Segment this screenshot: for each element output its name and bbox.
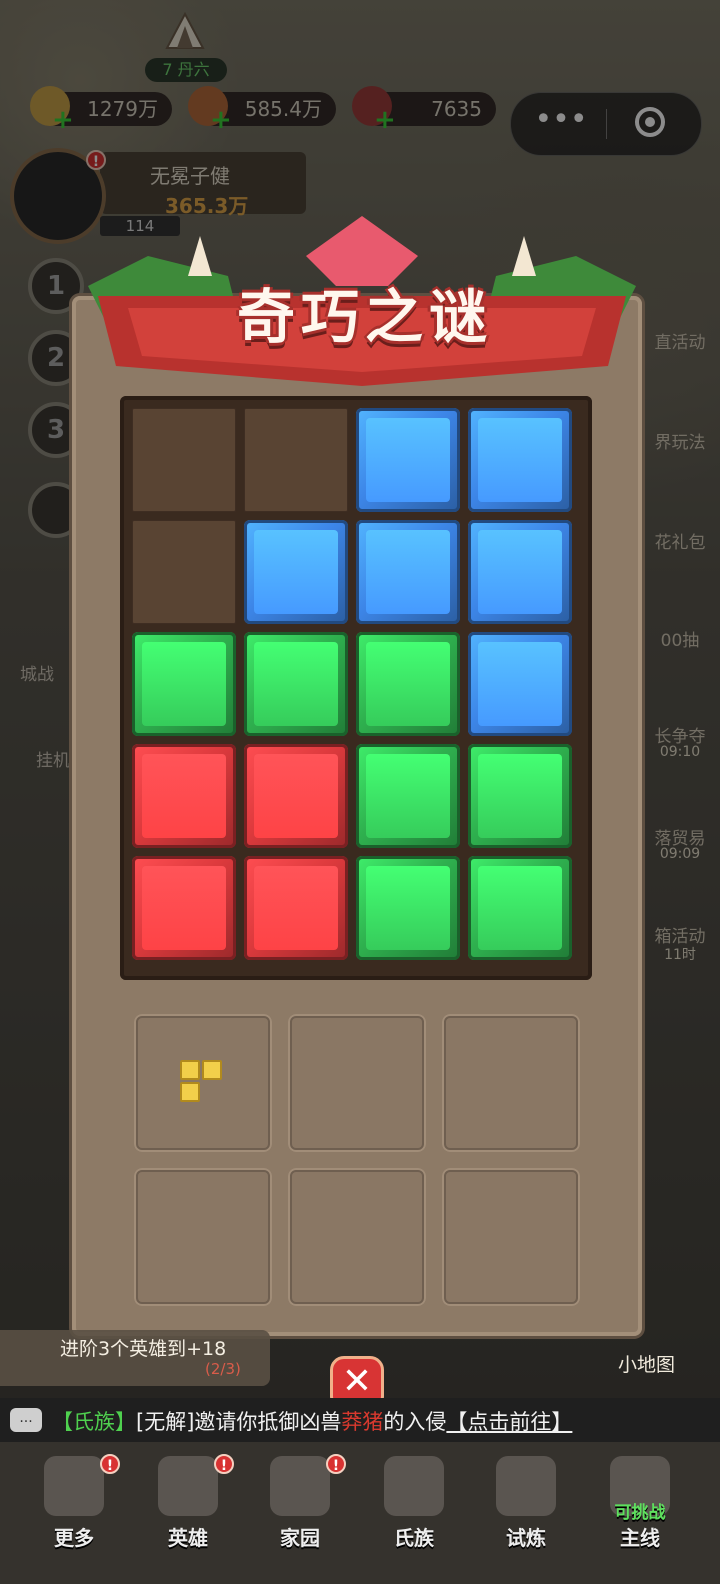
green-gem-cell <box>356 856 460 960</box>
empty-cell <box>132 520 236 624</box>
gem-face <box>478 530 562 614</box>
gem-face <box>254 866 338 950</box>
green-gem-cell <box>244 632 348 736</box>
chat-msg-1: 邀请你抵御凶兽 <box>194 1410 342 1434</box>
piece-slot-6[interactable] <box>442 1168 580 1306</box>
hero-icon <box>158 1456 218 1516</box>
chat-clan-tag: 【氏族】 <box>52 1410 136 1434</box>
chat-bubble-icon[interactable]: ... <box>10 1408 42 1432</box>
gem-face <box>366 418 450 502</box>
empty-cell <box>244 408 348 512</box>
minimap-label[interactable]: 小地图 <box>618 1350 675 1377</box>
red-gem-cell <box>132 856 236 960</box>
gem-face <box>142 642 226 726</box>
quest-text: 进阶3个英雄到+18 <box>60 1338 227 1360</box>
chat-link[interactable]: 【点击前往】 <box>446 1410 572 1434</box>
gem-face <box>254 642 338 726</box>
gem-face <box>366 530 450 614</box>
piece-slot-2[interactable] <box>288 1014 426 1152</box>
piece-slot-3[interactable] <box>442 1014 580 1152</box>
green-gem-cell <box>468 744 572 848</box>
nav-main[interactable]: 可挑战 主线 <box>590 1450 690 1570</box>
piece-slot-5[interactable] <box>288 1168 426 1306</box>
blue-gem-cell <box>356 408 460 512</box>
piece-slot-1[interactable] <box>134 1014 272 1152</box>
nav-trial[interactable]: 试炼 <box>476 1450 576 1570</box>
nav-badge: ! <box>214 1454 234 1474</box>
chat-message[interactable]: 【氏族】[无解]邀请你抵御凶兽莽猪的入侵【点击前往】 <box>52 1406 572 1436</box>
green-gem-cell <box>132 632 236 736</box>
red-gem-cell <box>244 856 348 960</box>
piece-block <box>180 1060 200 1080</box>
gem-face <box>366 866 450 950</box>
gem-face <box>142 754 226 838</box>
piece-slot-4[interactable] <box>134 1168 272 1306</box>
nav-home[interactable]: ! 家园 <box>250 1450 350 1570</box>
green-gem-cell <box>468 856 572 960</box>
nav-more[interactable]: ! 更多 <box>24 1450 124 1570</box>
green-gem-cell <box>356 744 460 848</box>
blue-gem-cell <box>468 632 572 736</box>
clan-mask-icon <box>384 1456 444 1516</box>
gem-face <box>142 866 226 950</box>
chat-sender: [无解] <box>136 1410 195 1434</box>
blue-gem-cell <box>468 408 572 512</box>
home-icon <box>270 1456 330 1516</box>
piece-block <box>180 1082 200 1102</box>
quest-progress: (2/3) <box>205 1360 241 1378</box>
blue-gem-cell <box>356 520 460 624</box>
gem-face <box>254 530 338 614</box>
chat-beast: 莽猪 <box>341 1410 384 1434</box>
gem-face <box>366 754 450 838</box>
puzzle-board[interactable] <box>120 396 592 980</box>
nav-heroes[interactable]: ! 英雄 <box>138 1450 238 1570</box>
nav-clan[interactable]: 氏族 <box>364 1450 464 1570</box>
challenge-tag: 可挑战 <box>614 1503 666 1523</box>
nav-badge: ! <box>100 1454 120 1474</box>
gem-face <box>478 866 562 950</box>
empty-cell <box>132 408 236 512</box>
chat-msg-2: 的入侵 <box>383 1410 447 1434</box>
grid-icon <box>44 1456 104 1516</box>
blue-gem-cell <box>244 520 348 624</box>
blue-gem-cell <box>468 520 572 624</box>
piece-block <box>202 1060 222 1080</box>
gem-face <box>478 418 562 502</box>
gem-face <box>366 642 450 726</box>
green-gem-cell <box>356 632 460 736</box>
gem-face <box>254 754 338 838</box>
red-gem-cell <box>132 744 236 848</box>
gem-face <box>478 642 562 726</box>
puzzle-title: 奇巧之谜 <box>236 283 493 351</box>
crossed-axes-icon <box>496 1456 556 1516</box>
gem-face <box>478 754 562 838</box>
red-gem-cell <box>244 744 348 848</box>
nav-badge: ! <box>326 1454 346 1474</box>
